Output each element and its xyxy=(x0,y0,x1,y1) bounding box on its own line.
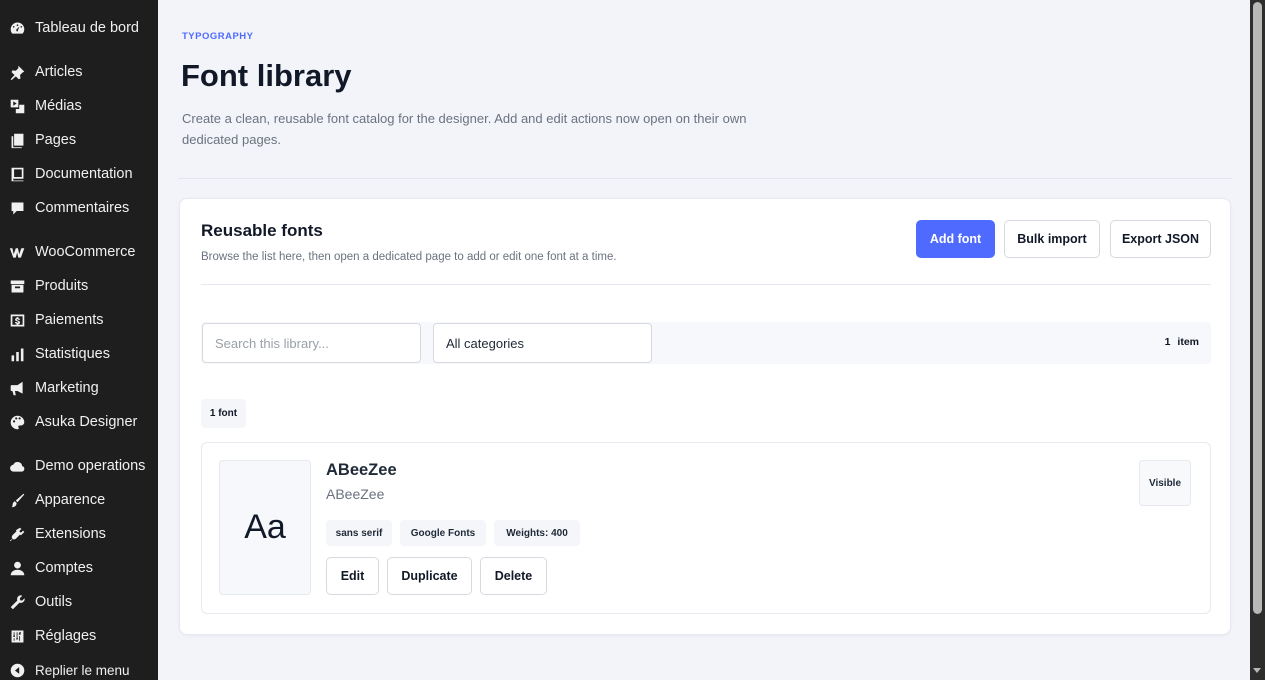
sidebar-item-label: Réglages xyxy=(35,628,97,644)
wrench-icon xyxy=(8,593,26,611)
add-font-button[interactable]: Add font xyxy=(916,220,995,258)
sidebar-item-label: Documentation xyxy=(35,166,133,182)
sidebar-item-label: Articles xyxy=(35,64,83,80)
settings-icon xyxy=(8,627,26,645)
page-description: Create a clean, reusable font catalog fo… xyxy=(182,111,747,147)
sidebar-item-label: Médias xyxy=(35,98,82,114)
sidebar-item-asuka-designer[interactable]: Asuka Designer xyxy=(0,407,158,437)
sidebar-item-apparence[interactable]: Apparence xyxy=(0,485,158,515)
font-name: ABeeZee xyxy=(326,461,397,479)
collapse-icon xyxy=(8,661,26,679)
font-preview: Aa xyxy=(219,460,311,595)
archive-icon xyxy=(8,277,26,295)
sidebar-item-outils[interactable]: Outils xyxy=(0,587,158,617)
card-divider xyxy=(201,284,1211,285)
sidebar-item-label: Statistiques xyxy=(35,346,110,362)
sidebar-item-label: Replier le menu xyxy=(35,662,130,678)
item-count: 1 item xyxy=(1165,336,1199,348)
bulk-import-button[interactable]: Bulk import xyxy=(1004,220,1100,258)
sidebar-item-label: Paiements xyxy=(35,312,104,328)
sidebar-item-woocommerce[interactable]: WooCommerce xyxy=(0,237,158,267)
delete-font-button[interactable]: Delete xyxy=(480,557,547,595)
page-title: Font library xyxy=(181,58,352,93)
sidebar-item-label: Pages xyxy=(35,132,77,148)
bar-chart-icon xyxy=(8,345,26,363)
font-list-item: Aa ABeeZee ABeeZee sans serif Google Fon… xyxy=(201,442,1211,614)
duplicate-font-button[interactable]: Duplicate xyxy=(387,557,472,595)
sidebar-item-label: Outils xyxy=(35,594,73,610)
sidebar-item-label: Produits xyxy=(35,278,89,294)
section-eyebrow: TYPOGRAPHY xyxy=(182,31,254,42)
payment-icon xyxy=(8,311,26,329)
sidebar-item-demo-operations[interactable]: Demo operations xyxy=(0,451,158,481)
card-title: Reusable fonts xyxy=(201,221,323,240)
export-json-button[interactable]: Export JSON xyxy=(1110,220,1211,258)
sidebar-item-reglages[interactable]: Réglages xyxy=(0,621,158,651)
sidebar-item-comptes[interactable]: Comptes xyxy=(0,553,158,583)
search-input[interactable]: Search this library... xyxy=(202,323,421,363)
card-subtitle: Browse the list here, then open a dedica… xyxy=(201,251,617,263)
cloud-icon xyxy=(8,457,26,475)
sidebar-item-produits[interactable]: Produits xyxy=(0,271,158,301)
sidebar-item-paiements[interactable]: Paiements xyxy=(0,305,158,335)
sidebar-item-dashboard[interactable]: Tableau de bord xyxy=(0,13,158,43)
sidebar-item-extensions[interactable]: Extensions xyxy=(0,519,158,549)
page-scrollbar[interactable] xyxy=(1250,0,1265,680)
user-icon xyxy=(8,559,26,577)
font-tag-source: Google Fonts xyxy=(400,520,486,546)
sidebar-item-label: Marketing xyxy=(35,380,99,396)
sidebar-collapse-menu[interactable]: Replier le menu xyxy=(0,655,158,680)
main-content: TYPOGRAPHY Font library Create a clean, … xyxy=(158,0,1250,680)
sidebar-item-label: Demo operations xyxy=(35,458,146,474)
visibility-status-badge[interactable]: Visible xyxy=(1139,460,1191,506)
font-count-badge: 1 font xyxy=(201,399,246,428)
sidebar-item-label: Tableau de bord xyxy=(35,20,139,36)
pages-icon xyxy=(8,131,26,149)
font-tag-weights: Weights: 400 xyxy=(494,520,580,546)
megaphone-icon xyxy=(8,379,26,397)
pin-icon xyxy=(8,63,26,81)
sidebar-item-label: Extensions xyxy=(35,526,106,542)
sidebar-item-label: Asuka Designer xyxy=(35,414,138,430)
sidebar-item-marketing[interactable]: Marketing xyxy=(0,373,158,403)
sidebar-item-label: Apparence xyxy=(35,492,106,508)
category-select[interactable]: All categories xyxy=(433,323,652,363)
dashboard-icon xyxy=(8,19,26,37)
font-family: ABeeZee xyxy=(326,486,385,502)
sidebar-item-documentation[interactable]: Documentation xyxy=(0,159,158,189)
brush-icon xyxy=(8,491,26,509)
sidebar-item-label: Commentaires xyxy=(35,200,130,216)
scrollbar-thumb[interactable] xyxy=(1253,2,1262,614)
plugin-icon xyxy=(8,525,26,543)
sidebar-item-label: Comptes xyxy=(35,560,94,576)
media-icon xyxy=(8,97,26,115)
sidebar-item-pages[interactable]: Pages xyxy=(0,125,158,155)
sidebar-item-articles[interactable]: Articles xyxy=(0,57,158,87)
font-library-card: Reusable fonts Browse the list here, the… xyxy=(179,198,1231,635)
sidebar-item-statistiques[interactable]: Statistiques xyxy=(0,339,158,369)
book-icon xyxy=(8,165,26,183)
filter-toolbar: Search this library... All categories 1 … xyxy=(201,322,1211,364)
item-count-number: 1 xyxy=(1164,336,1171,348)
woocommerce-icon xyxy=(8,243,26,261)
sidebar-item-medias[interactable]: Médias xyxy=(0,91,158,121)
font-tag-category: sans serif xyxy=(326,520,392,546)
item-count-unit: item xyxy=(1177,336,1199,348)
palette-icon xyxy=(8,413,26,431)
divider xyxy=(178,178,1232,179)
scroll-down-arrow-icon[interactable] xyxy=(1253,668,1261,673)
sidebar-item-label: WooCommerce xyxy=(35,244,136,260)
edit-font-button[interactable]: Edit xyxy=(326,557,379,595)
sidebar-item-commentaires[interactable]: Commentaires xyxy=(0,193,158,223)
admin-sidebar: Tableau de bord Articles Médias Pages Do… xyxy=(0,0,158,680)
comment-icon xyxy=(8,199,26,217)
